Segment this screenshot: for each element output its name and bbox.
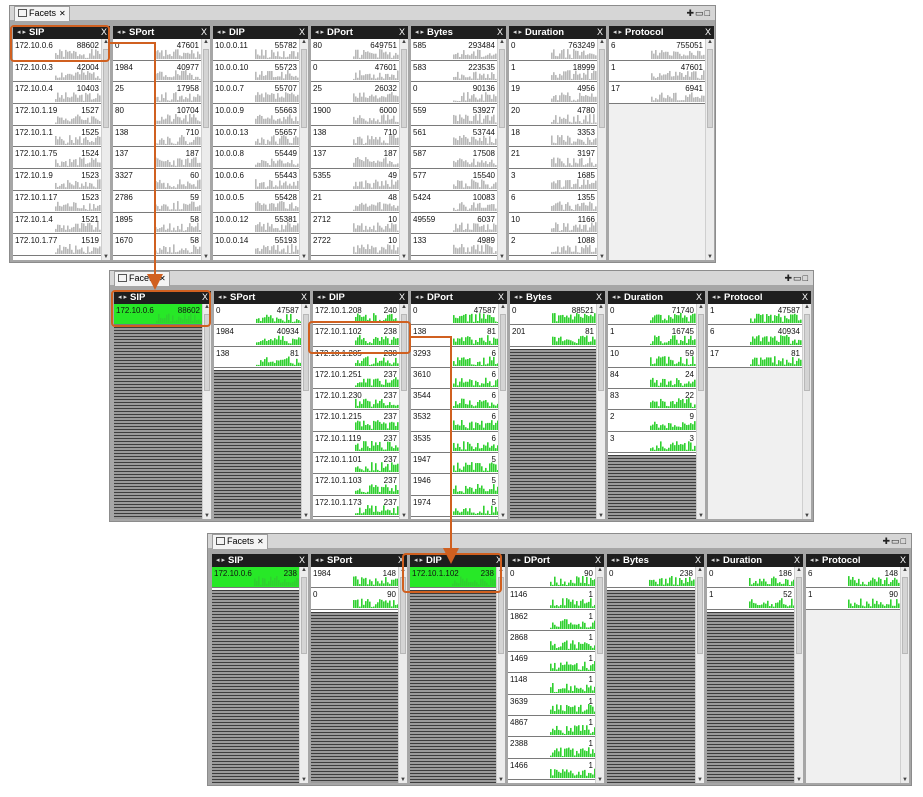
flow-arrow-2 (411, 336, 459, 564)
flow-arrow-1 (110, 42, 163, 290)
flow-arrows (110, 42, 459, 564)
